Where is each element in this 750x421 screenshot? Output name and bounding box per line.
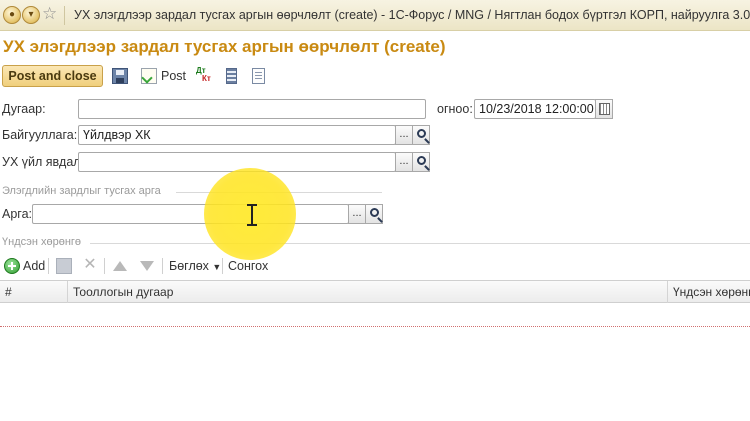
dropdown-menu-button[interactable]: ▾ (22, 6, 40, 24)
post-icon[interactable] (141, 68, 157, 84)
journal-entries-icon[interactable]: Дт Кт (196, 67, 214, 85)
table-header: # Тооллогын дугаар Үндсэн хөрөнгө (0, 281, 750, 303)
method-field[interactable] (32, 204, 349, 224)
search-icon (417, 129, 426, 138)
app-menu-button[interactable]: ● (3, 6, 21, 24)
date-field[interactable]: 10/23/2018 12:00:00 (474, 99, 596, 119)
search-icon (417, 156, 426, 165)
list-icon[interactable] (226, 68, 237, 84)
save-icon[interactable] (112, 68, 128, 84)
star-icon[interactable]: ☆ (42, 4, 57, 24)
form-toolbar: Post and close Post Дт Кт (0, 64, 750, 89)
window-title: УХ элэгдлээр зардал тусгах аргын өөрчлөл… (74, 8, 750, 22)
post-button[interactable]: Post (161, 69, 186, 83)
assets-group-title: Үндсэн хөрөнгө (2, 236, 82, 248)
fill-button-label: Бөглөх (169, 259, 209, 273)
table-row-divider (0, 326, 750, 327)
column-header-fixed-asset[interactable]: Үндсэн хөрөнгө (668, 281, 750, 303)
organization-label: Байгууллага: (2, 128, 78, 142)
column-header-inventory-number[interactable]: Тооллогын дугаар (68, 281, 668, 303)
operation-open-button[interactable] (412, 152, 430, 172)
toolbar-divider (222, 258, 223, 274)
text-cursor-icon (247, 204, 257, 226)
toolbar-divider (48, 258, 49, 274)
credit-label: Кт (202, 74, 211, 83)
add-button[interactable]: Add (23, 259, 45, 273)
organization-select-button[interactable]: ... (395, 125, 413, 145)
app-logo-icon: ● (8, 9, 16, 20)
number-field[interactable] (78, 99, 426, 119)
method-group-title: Элэгдлийн зардлыг тусгах арга (2, 185, 161, 197)
move-down-icon[interactable] (139, 258, 155, 274)
operation-select-button[interactable]: ... (395, 152, 413, 172)
post-and-close-button[interactable]: Post and close (2, 65, 103, 87)
add-icon[interactable] (4, 258, 20, 274)
calendar-icon (599, 103, 610, 115)
fill-button[interactable]: Бөглөх ▼ (169, 259, 221, 273)
column-header-number[interactable]: # (0, 281, 68, 303)
chevron-down-icon: ▼ (212, 262, 222, 272)
method-open-button[interactable] (365, 204, 383, 224)
window-titlebar: ● ▾ ☆ УХ элэгдлээр зардал тусгах аргын ө… (0, 0, 750, 31)
document-icon[interactable] (252, 68, 265, 84)
form-title: УХ элэгдлээр зардал тусгах аргын өөрчлөл… (3, 37, 446, 56)
move-up-icon[interactable] (112, 258, 128, 274)
assets-group-divider (90, 243, 750, 244)
organization-open-button[interactable] (412, 125, 430, 145)
copy-icon[interactable] (56, 258, 72, 274)
assets-table[interactable]: # Тооллогын дугаар Үндсэн хөрөнгө (0, 280, 750, 421)
toolbar-divider (104, 258, 105, 274)
titlebar-divider (64, 6, 65, 25)
delete-icon[interactable]: ✕ (82, 257, 98, 274)
search-icon (370, 208, 379, 217)
method-label: Арга: (2, 207, 32, 221)
organization-field[interactable]: Үйлдвэр ХК (78, 125, 396, 145)
number-label: Дугаар: (2, 102, 46, 116)
chevron-down-icon: ▾ (28, 9, 34, 20)
calendar-button[interactable] (595, 99, 613, 119)
toolbar-divider (162, 258, 163, 274)
date-label: огноо: (437, 102, 473, 116)
method-select-button[interactable]: ... (348, 204, 366, 224)
operation-label: УХ үйл явдал: (2, 155, 85, 169)
select-button[interactable]: Сонгох (228, 259, 268, 273)
